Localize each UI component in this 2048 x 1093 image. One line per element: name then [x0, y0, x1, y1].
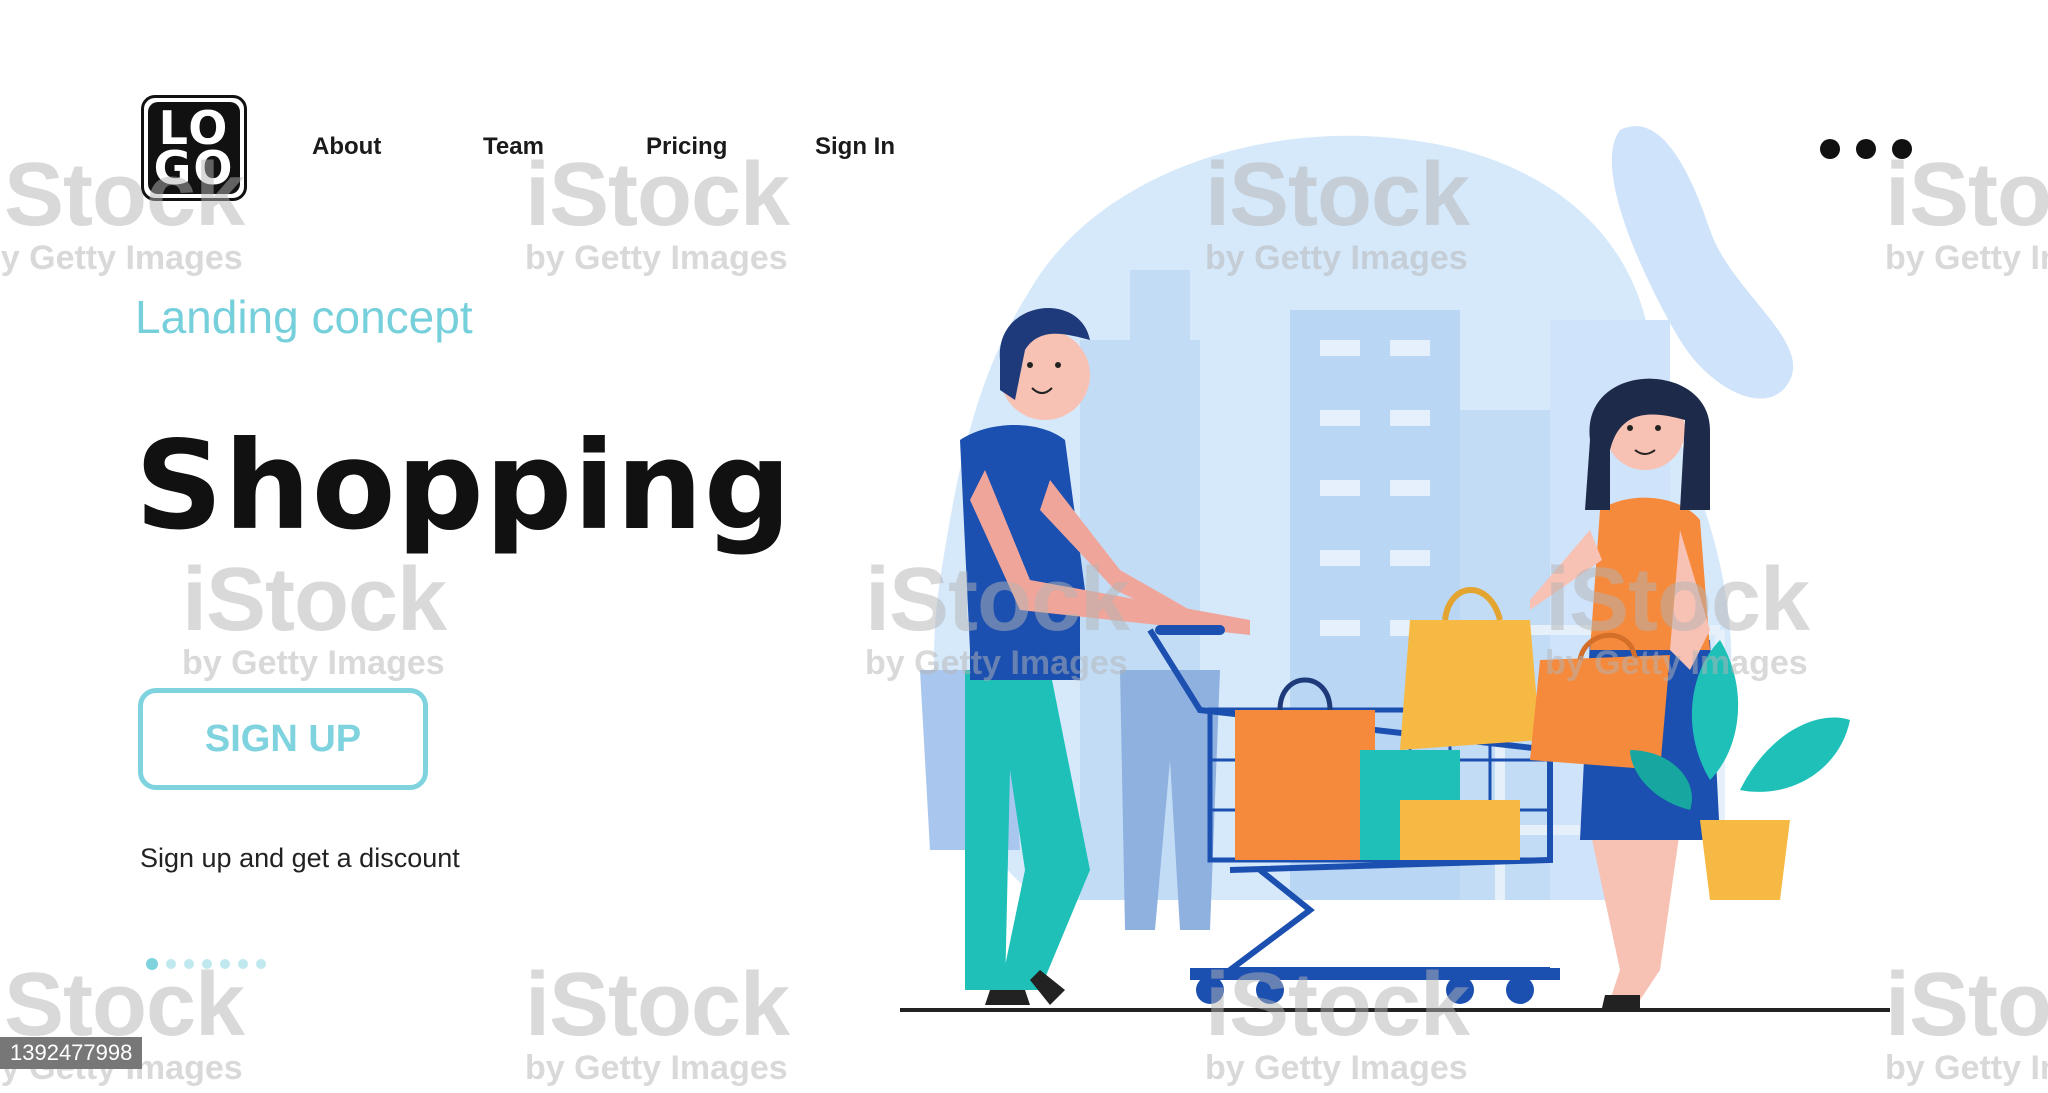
sign-up-button[interactable]: SIGN UP [138, 688, 428, 790]
watermark-credit: by Getty Images [1205, 1049, 1468, 1087]
watermark-brand: iStock [182, 550, 447, 650]
box-yellow [1400, 800, 1520, 860]
watermark-credit: by Getty Images [182, 644, 445, 682]
hero-tagline: Sign up and get a discount [140, 843, 460, 873]
pagination-dot[interactable] [202, 959, 212, 969]
watermark-credit: by Getty Images [0, 239, 243, 277]
pagination-dot[interactable] [238, 959, 248, 969]
watermark-credit: by Getty Images [525, 1049, 788, 1087]
pagination-dots [146, 958, 266, 970]
building [1130, 270, 1190, 350]
watermark: iStock by Getty Images [525, 145, 790, 277]
watermark: iStock by Getty Images [525, 955, 790, 1087]
watermark-brand: iStock [525, 145, 790, 245]
bag-orange [1235, 710, 1375, 860]
hero-subtitle: Landing concept [135, 291, 473, 343]
pagination-dot[interactable] [256, 959, 266, 969]
logo[interactable]: LO GO [141, 95, 247, 201]
nav-pricing[interactable]: Pricing [646, 133, 727, 161]
nav-sign-in[interactable]: Sign In [815, 133, 895, 161]
logo-text-line2: GO [153, 141, 235, 195]
shopping-illustration [900, 126, 1890, 1012]
nav-about[interactable]: About [312, 133, 381, 161]
pagination-dot[interactable] [184, 959, 194, 969]
hero-title: Shopping [135, 415, 793, 557]
stock-image-id: 1392477998 [0, 1037, 143, 1069]
watermark: iStock by Getty Images [182, 550, 447, 682]
watermark-brand: iStock [525, 955, 790, 1055]
logo-mark: LO GO [148, 102, 240, 194]
watermark-credit: by Getty Images [1885, 1049, 2048, 1087]
pagination-dot[interactable] [146, 958, 158, 970]
bag-yellow [1400, 620, 1540, 750]
nav-team[interactable]: Team [483, 133, 544, 161]
watermark-credit: by Getty Images [525, 239, 788, 277]
pagination-dot[interactable] [220, 959, 230, 969]
pagination-dot[interactable] [166, 959, 176, 969]
